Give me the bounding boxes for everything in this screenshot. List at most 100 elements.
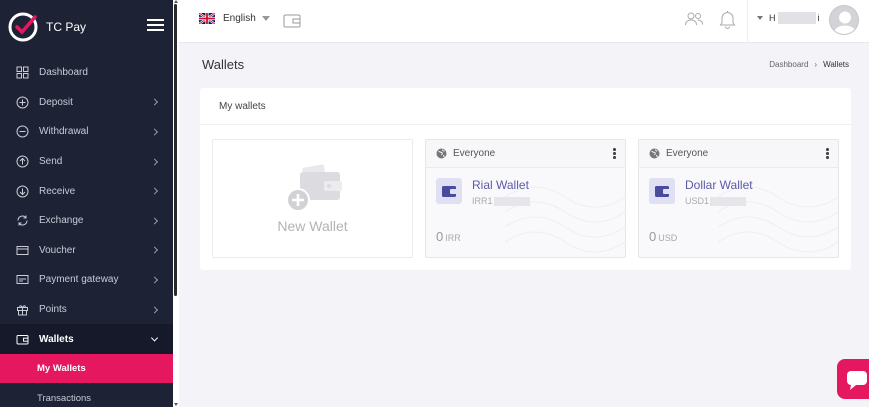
minus-circle-icon bbox=[16, 125, 29, 138]
sidebar-item-exchange[interactable]: Exchange bbox=[0, 206, 173, 236]
wallet-balance-value: 0 bbox=[649, 229, 657, 244]
sidebar-item-send[interactable]: Send bbox=[0, 147, 173, 177]
wallet-code: IRR1 bbox=[472, 196, 530, 206]
brand[interactable]: TC Pay bbox=[8, 10, 86, 44]
bell-icon[interactable] bbox=[719, 10, 736, 29]
topbar-divider bbox=[747, 0, 748, 43]
sidebar-item-wallets[interactable]: Wallets bbox=[0, 324, 173, 354]
sidebar-item-voucher[interactable]: Voucher bbox=[0, 236, 173, 266]
tc-pay-logo bbox=[8, 12, 38, 42]
sidebar: TC Pay Dashboard Deposit Withdrawal Send… bbox=[0, 0, 173, 407]
wallet-code: USD1 bbox=[685, 196, 747, 206]
more-options-icon[interactable] bbox=[826, 148, 829, 159]
chat-button[interactable] bbox=[837, 359, 869, 399]
sidebar-item-label: Withdrawal bbox=[39, 126, 89, 138]
topbar: English H i bbox=[179, 0, 869, 43]
dashboard-icon bbox=[16, 66, 29, 79]
wallet-icon[interactable] bbox=[283, 13, 301, 28]
user-name-initial: H bbox=[769, 13, 776, 23]
wallet-currency: IRR bbox=[445, 233, 461, 243]
sidebar-item-label: Payment gateway bbox=[39, 274, 119, 286]
chevron-right-icon bbox=[150, 306, 159, 314]
sidebar-item-dashboard[interactable]: Dashboard bbox=[0, 58, 173, 88]
voucher-icon bbox=[16, 245, 29, 255]
sidebar-item-withdrawal[interactable]: Withdrawal bbox=[0, 117, 173, 147]
my-wallets-card: My wallets New Wallet Everyone Rial Wall… bbox=[200, 88, 851, 270]
sidebar-item-points[interactable]: Points bbox=[0, 295, 173, 325]
chat-icon bbox=[847, 371, 867, 390]
sidebar-item-label: Voucher bbox=[39, 244, 76, 256]
card-title: My wallets bbox=[200, 88, 851, 125]
new-wallet-button[interactable]: New Wallet bbox=[212, 139, 413, 258]
wallet-type-icon bbox=[649, 178, 675, 204]
sidebar-item-payment-gateway[interactable]: Payment gateway bbox=[0, 265, 173, 295]
chevron-right-icon bbox=[150, 276, 159, 284]
wallet-balance-value: 0 bbox=[436, 229, 444, 244]
breadcrumb-dashboard[interactable]: Dashboard bbox=[769, 60, 808, 69]
redacted-wallet-number bbox=[710, 196, 747, 206]
globe-icon bbox=[436, 148, 447, 159]
wallet-code-prefix: IRR1 bbox=[472, 196, 493, 206]
chevron-right-icon bbox=[150, 128, 159, 136]
globe-icon bbox=[649, 148, 660, 159]
wallet-card-header: Everyone bbox=[426, 140, 625, 168]
breadcrumb-separator-icon: › bbox=[814, 60, 818, 69]
wallet-card-dollar[interactable]: Everyone Dollar Wallet USD1 0 USD bbox=[638, 139, 839, 258]
chevron-right-icon bbox=[150, 98, 159, 106]
hamburger-menu-icon[interactable] bbox=[147, 19, 164, 31]
page-title: Wallets bbox=[202, 57, 245, 72]
chevron-right-icon bbox=[150, 187, 159, 195]
avatar[interactable] bbox=[829, 5, 859, 35]
scrollbar-thumb[interactable] bbox=[174, 4, 177, 296]
sidebar-item-label: Points bbox=[39, 304, 67, 316]
wallet-code-prefix: USD1 bbox=[685, 196, 710, 206]
caret-down-icon bbox=[261, 16, 270, 21]
wallet-name[interactable]: Dollar Wallet bbox=[685, 178, 753, 192]
chevron-right-icon bbox=[150, 158, 159, 166]
sidebar-menu: Dashboard Deposit Withdrawal Send Receiv… bbox=[0, 58, 173, 407]
arrow-up-circle-icon bbox=[16, 155, 29, 168]
wallet-visibility: Everyone bbox=[666, 148, 709, 159]
wallet-type-icon bbox=[436, 178, 462, 204]
wallet-visibility: Everyone bbox=[453, 148, 496, 159]
sidebar-subitem-my-wallets[interactable]: My Wallets bbox=[0, 353, 173, 384]
chevron-right-icon bbox=[150, 246, 159, 254]
exchange-icon bbox=[17, 215, 28, 226]
wallet-currency: USD bbox=[658, 233, 678, 243]
wallet-name[interactable]: Rial Wallet bbox=[472, 178, 529, 192]
brand-name: TC Pay bbox=[46, 20, 87, 34]
user-menu[interactable]: H i bbox=[757, 12, 820, 24]
scroll-up-icon[interactable] bbox=[174, 0, 178, 3]
scroll-down-icon[interactable] bbox=[174, 403, 178, 406]
wallet-balance: 0 USD bbox=[649, 229, 677, 244]
more-options-icon[interactable] bbox=[613, 148, 616, 159]
users-icon[interactable] bbox=[684, 11, 704, 27]
wallet-icon bbox=[16, 334, 29, 345]
sidebar-item-label: Dashboard bbox=[39, 67, 88, 79]
sidebar-scrollbar[interactable] bbox=[173, 0, 179, 407]
uk-flag-icon bbox=[199, 13, 215, 24]
user-name-suffix: i bbox=[817, 13, 820, 23]
redacted-wallet-number bbox=[493, 196, 530, 206]
language-selector[interactable]: English bbox=[199, 13, 270, 24]
new-wallet-label: New Wallet bbox=[277, 218, 348, 234]
sidebar-item-label: Receive bbox=[39, 185, 76, 197]
breadcrumb: Dashboard › Wallets bbox=[769, 60, 849, 69]
gateway-icon bbox=[16, 275, 29, 285]
sidebar-item-label: Deposit bbox=[39, 96, 73, 108]
sidebar-item-label: Send bbox=[39, 156, 63, 168]
plus-circle-icon bbox=[16, 96, 29, 109]
wallet-card-rial[interactable]: Everyone Rial Wallet IRR1 0 IRR bbox=[425, 139, 626, 258]
sidebar-item-receive[interactable]: Receive bbox=[0, 176, 173, 206]
user-avatar-icon bbox=[833, 11, 857, 34]
sidebar-subitem-transactions[interactable]: Transactions bbox=[0, 383, 173, 407]
redacted-username bbox=[777, 12, 816, 24]
language-label: English bbox=[223, 13, 256, 24]
breadcrumb-current: Wallets bbox=[823, 60, 849, 69]
caret-down-icon bbox=[757, 16, 763, 20]
sidebar-item-deposit[interactable]: Deposit bbox=[0, 88, 173, 118]
wallet-balance: 0 IRR bbox=[436, 229, 461, 244]
sidebar-item-label: Exchange bbox=[39, 215, 84, 227]
add-wallet-icon bbox=[286, 164, 342, 212]
chevron-down-icon bbox=[150, 334, 159, 342]
